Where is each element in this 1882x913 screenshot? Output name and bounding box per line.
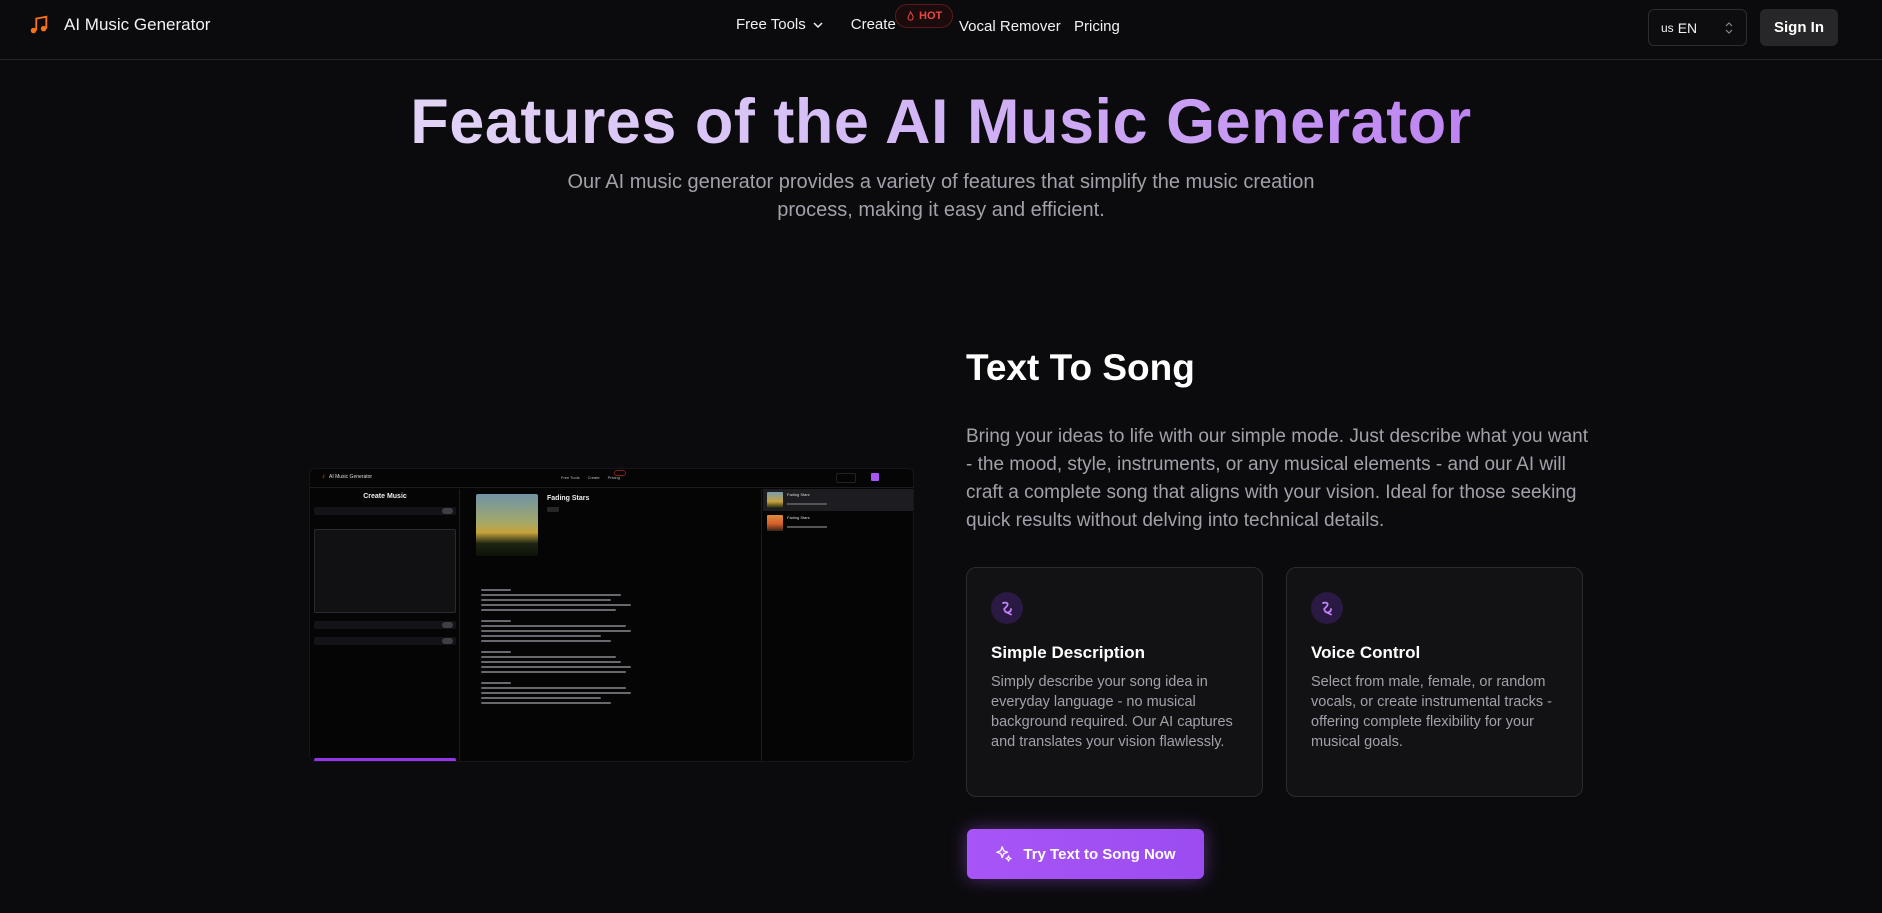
preview-link: Free Tools <box>561 475 580 480</box>
section-title: Text To Song <box>966 347 1195 388</box>
page-title: Features of the AI Music Generator <box>0 86 1882 158</box>
music-note-icon <box>30 15 48 34</box>
preview-toggle-row <box>314 507 456 515</box>
feature-card-simple-description: Simple Description Simply describe your … <box>966 567 1263 797</box>
hot-badge-label: HOT <box>919 10 943 22</box>
chevron-down-icon <box>813 21 823 28</box>
preview-song-item: Fading Stars <box>763 489 913 511</box>
cta-label: Try Text to Song Now <box>1023 845 1176 863</box>
preview-panel-title: Create Music <box>363 493 407 500</box>
preview-song-item: Fading Stars <box>763 512 913 534</box>
preview-brand: AI Music Generator <box>322 474 372 480</box>
brand-link[interactable]: AI Music Generator <box>28 14 210 36</box>
flag-icon: us <box>1661 20 1674 35</box>
sign-in-button[interactable]: Sign In <box>1760 9 1838 46</box>
preview-create-panel: Create Music <box>310 489 460 761</box>
app-preview-image: AI Music Generator Free Tools Create Pri… <box>309 468 914 762</box>
language-code: EN <box>1677 19 1698 36</box>
card-title: Simple Description <box>991 643 1145 662</box>
preview-link: Create <box>587 475 600 480</box>
page-subtitle: Our AI music generator provides a variet… <box>567 171 1315 221</box>
card-title: Voice Control <box>1311 643 1421 662</box>
nav-free-tools[interactable]: Free Tools <box>736 16 823 33</box>
nav-pricing[interactable]: Pricing <box>1074 18 1120 35</box>
preview-create-button <box>314 758 456 761</box>
preview-nav: AI Music Generator Free Tools Create Pri… <box>310 469 913 488</box>
preview-song-list: Fading Stars Fading Stars <box>763 489 913 761</box>
preview-tag <box>547 507 559 512</box>
try-text-to-song-button[interactable]: Try Text to Song Now <box>967 829 1204 879</box>
language-select[interactable]: us EN <box>1648 9 1747 46</box>
feature-card-voice-control: Voice Control Select from male, female, … <box>1286 567 1583 797</box>
card-description: Simply describe your song idea in everyd… <box>991 674 1233 750</box>
nav-links: Free Tools Create <box>736 16 916 33</box>
preview-song-title: Fading Stars <box>547 495 590 502</box>
preview-lyrics <box>481 589 751 707</box>
preview-song-detail: Fading Stars <box>461 489 762 761</box>
preview-hot-badge <box>614 470 626 476</box>
nav-free-tools-label: Free Tools <box>736 16 806 33</box>
preview-cover-art <box>476 494 538 556</box>
brand-title: AI Music Generator <box>64 15 211 34</box>
card-description: Select from male, female, or random voca… <box>1311 674 1552 750</box>
top-nav: AI Music Generator Free Tools Create HOT… <box>0 0 1882 60</box>
preview-language <box>836 473 856 483</box>
hot-badge: HOT <box>895 4 954 28</box>
preview-avatar <box>871 473 879 481</box>
nav-vocal-remover[interactable]: Vocal Remover <box>959 18 1061 35</box>
chevron-updown-icon <box>1725 22 1733 34</box>
flame-icon <box>907 11 914 21</box>
section-description: Bring your ideas to life with our simple… <box>966 426 1589 531</box>
sparkles-icon <box>996 846 1013 862</box>
nav-create[interactable]: Create <box>851 16 896 33</box>
preview-textarea <box>314 529 456 613</box>
preview-toggle-row <box>314 621 456 629</box>
squiggle-icon <box>1311 592 1343 624</box>
preview-toggle-row <box>314 637 456 645</box>
preview-nav-links: Free Tools Create Pricing <box>561 475 620 480</box>
squiggle-icon <box>991 592 1023 624</box>
